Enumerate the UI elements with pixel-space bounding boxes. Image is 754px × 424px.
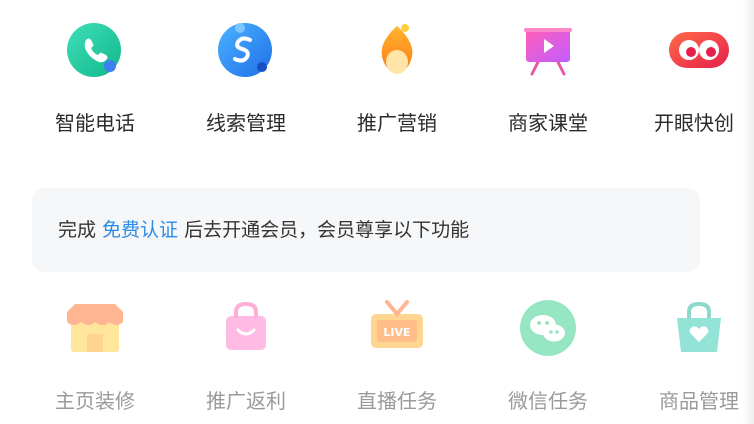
promo-icon bbox=[361, 14, 433, 86]
lead-icon bbox=[210, 14, 282, 86]
eye-create-icon bbox=[663, 14, 735, 86]
feature-label: 主页装修 bbox=[55, 389, 135, 413]
classroom-icon bbox=[512, 14, 584, 86]
feature-live-task[interactable]: LIVE 直播任务 bbox=[332, 292, 462, 413]
feature-label: 推广返利 bbox=[206, 389, 286, 413]
feature-label: 直播任务 bbox=[357, 389, 437, 413]
feature-grid-top: 智能电话 线索管理 推广营销 商家课堂 开眼快创 bbox=[0, 8, 754, 135]
storefront-icon bbox=[59, 292, 131, 364]
feature-label: 智能电话 bbox=[55, 111, 135, 135]
feature-promotion-rebate[interactable]: 推广返利 bbox=[181, 292, 311, 413]
feature-label: 微信任务 bbox=[508, 389, 588, 413]
feature-merchant-classroom[interactable]: 商家课堂 bbox=[483, 8, 613, 135]
phone-icon bbox=[59, 14, 131, 86]
feature-grid-bottom: 主页装修 推广返利 LIVE 直播任务 微信任务 商品管理 bbox=[0, 292, 754, 413]
banner-prefix: 完成 bbox=[58, 219, 103, 241]
feature-lead-management[interactable]: 线索管理 bbox=[181, 8, 311, 135]
banner-text: 完成 免费认证 后去开通会员，会员尊享以下功能 bbox=[58, 217, 469, 243]
free-certification-link[interactable]: 免费认证 bbox=[102, 219, 178, 241]
feature-promotion-marketing[interactable]: 推广营销 bbox=[332, 8, 462, 135]
feature-wechat-task[interactable]: 微信任务 bbox=[483, 292, 613, 413]
feature-label: 开眼快创 bbox=[654, 111, 734, 135]
feature-label: 推广营销 bbox=[357, 111, 437, 135]
scroll-edge bbox=[742, 0, 754, 424]
feature-eye-quick-create[interactable]: 开眼快创 bbox=[634, 8, 754, 135]
feature-label: 线索管理 bbox=[206, 111, 286, 135]
feature-smart-phone[interactable]: 智能电话 bbox=[30, 8, 160, 135]
live-tv-icon: LIVE bbox=[361, 292, 433, 364]
feature-label: 商品管理 bbox=[659, 389, 739, 413]
wechat-icon bbox=[512, 292, 584, 364]
feature-homepage-decoration[interactable]: 主页装修 bbox=[30, 292, 160, 413]
membership-banner: 完成 免费认证 后去开通会员，会员尊享以下功能 bbox=[32, 188, 700, 272]
feature-product-management[interactable]: 商品管理 bbox=[634, 292, 754, 413]
feature-label: 商家课堂 bbox=[508, 111, 588, 135]
shopping-bag-icon bbox=[210, 292, 282, 364]
svg-text:LIVE: LIVE bbox=[383, 326, 410, 339]
product-bag-icon bbox=[663, 292, 735, 364]
banner-suffix: 后去开通会员，会员尊享以下功能 bbox=[178, 219, 470, 241]
